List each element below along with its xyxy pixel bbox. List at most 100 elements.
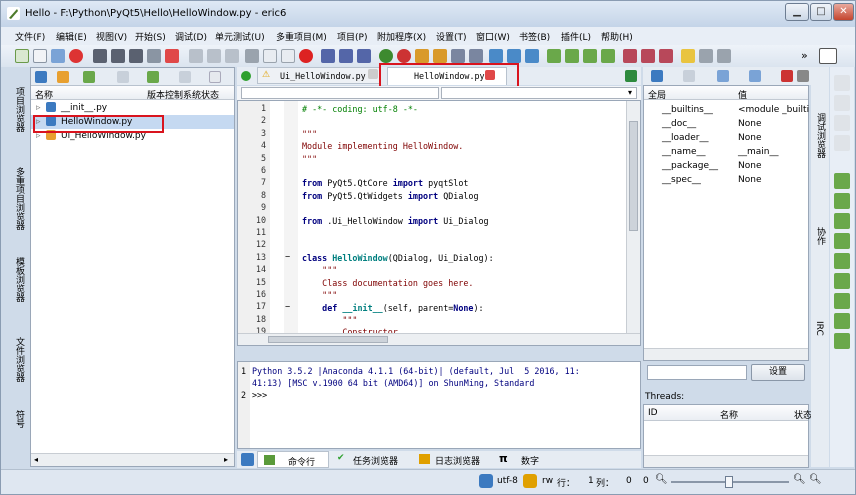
search-prev-icon[interactable] <box>717 49 731 63</box>
zoom-out-icon[interactable]: 🔍︎ <box>655 474 668 485</box>
tool-icon[interactable] <box>834 333 850 349</box>
copy-icon[interactable] <box>263 49 277 63</box>
project-sources-tab-icon[interactable] <box>35 71 47 83</box>
project-interfaces-tab-icon[interactable] <box>147 71 159 83</box>
debug-icon[interactable] <box>415 49 429 63</box>
bookmark-toggle-icon[interactable] <box>623 49 637 63</box>
tab-shell[interactable]: 命令行 <box>257 451 329 468</box>
open-icon[interactable] <box>51 49 65 63</box>
fold-toggle-icon[interactable]: − <box>285 301 290 311</box>
side-tab-debug-viewer[interactable]: 调试浏览器 <box>814 113 827 158</box>
dock-toggle-icon[interactable] <box>241 453 254 466</box>
tool-icon[interactable] <box>834 213 850 229</box>
variable-row[interactable]: __builtins__ <module _builti <box>644 103 809 117</box>
project-translations-tab-icon[interactable] <box>117 71 129 83</box>
zoom-reset-icon[interactable]: 🔍︎ <box>809 474 822 485</box>
editor-menu-icon[interactable] <box>625 70 637 82</box>
column-vcs-status[interactable]: 版本控制系统状态 <box>147 88 219 101</box>
tool-icon[interactable] <box>834 293 850 309</box>
step-over-icon[interactable] <box>507 49 521 63</box>
maximize-button[interactable]: □ <box>810 3 832 21</box>
callstack-tab-icon[interactable] <box>717 70 729 82</box>
project-forms-tab-icon[interactable] <box>57 71 69 83</box>
variable-row[interactable]: __name__ __main__ <box>644 145 808 159</box>
star-icon[interactable] <box>681 49 695 63</box>
print-icon[interactable] <box>165 49 179 63</box>
pencil-icon[interactable] <box>819 48 837 64</box>
close-project-icon[interactable] <box>583 49 597 63</box>
menu-window[interactable]: 窗口(W) <box>476 30 510 43</box>
tool-icon[interactable] <box>834 115 850 131</box>
expand-arrow-icon[interactable]: ▹ <box>36 103 41 113</box>
delete-icon[interactable] <box>299 49 313 63</box>
globals-tab-icon[interactable] <box>651 70 663 82</box>
project-more-tab-icon[interactable] <box>209 71 221 83</box>
variable-row[interactable]: __spec__ None <box>644 173 808 187</box>
save-as-icon[interactable] <box>111 49 125 63</box>
toolbar-overflow-button[interactable]: » <box>801 49 808 62</box>
globals-horizontal-scrollbar[interactable] <box>644 348 808 360</box>
exceptions-tab-icon[interactable] <box>781 70 793 82</box>
variable-row[interactable]: __package__ None <box>644 159 808 173</box>
project-others-tab-icon[interactable] <box>179 71 191 83</box>
column-name[interactable]: 名称 <box>35 88 53 101</box>
zoom-in-icon[interactable]: 🔍︎ <box>793 474 806 485</box>
close-button[interactable]: ✕ <box>833 3 854 21</box>
uncomment-icon[interactable] <box>339 49 353 63</box>
redo-icon[interactable] <box>207 49 221 63</box>
export-icon[interactable] <box>147 49 161 63</box>
code-editor[interactable]: 1 2 3 4 5 6 7 8 9 10 11 12 13 14 15 16 1… <box>237 100 641 346</box>
revert-icon[interactable] <box>225 49 239 63</box>
tab-scroll-icon[interactable] <box>797 70 809 82</box>
menu-unittest[interactable]: 单元测试(U) <box>215 30 265 43</box>
tab-ui-hellowindow[interactable]: ⚠ Ui_HelloWindow.py <box>257 67 381 84</box>
save-all-icon[interactable] <box>129 49 143 63</box>
title-bar[interactable]: Hello - F:\Python\PyQt5\Hello\HelloWindo… <box>1 1 855 27</box>
tree-row-init[interactable]: ▹ __init__.py <box>31 101 234 115</box>
tool-icon[interactable] <box>834 173 850 189</box>
locals-tab-icon[interactable] <box>683 70 695 82</box>
save-project-icon[interactable] <box>601 49 615 63</box>
new-file-icon[interactable] <box>15 49 29 63</box>
menu-extras[interactable]: 附加程序(X) <box>377 30 426 43</box>
indent-icon[interactable] <box>357 49 371 63</box>
search-next-icon[interactable] <box>699 49 713 63</box>
close-file-icon[interactable] <box>69 49 83 63</box>
step-out-icon[interactable] <box>525 49 539 63</box>
menu-debug[interactable]: 调试(D) <box>175 30 207 43</box>
zoom-slider[interactable] <box>671 476 789 488</box>
column-name[interactable]: 名称 <box>720 408 738 421</box>
profile-icon[interactable] <box>433 49 447 63</box>
new-window-icon[interactable] <box>33 49 47 63</box>
column-id[interactable]: ID <box>648 408 658 418</box>
menu-bookmarks[interactable]: 书签(B) <box>519 30 550 43</box>
menu-help[interactable]: 帮助(H) <box>601 30 633 43</box>
editor-horizontal-scrollbar[interactable] <box>238 333 640 345</box>
tool-icon[interactable] <box>834 75 850 91</box>
cut-icon[interactable] <box>245 49 259 63</box>
tab-log-viewer[interactable]: 日志浏览器 <box>415 451 491 468</box>
tool-icon[interactable] <box>834 233 850 249</box>
side-tab-multiproject-browser[interactable]: 多重项目浏览器 <box>13 167 26 230</box>
menu-edit[interactable]: 编辑(E) <box>56 30 87 43</box>
side-tab-irc[interactable]: IRC <box>814 321 824 336</box>
class-combobox[interactable] <box>241 87 439 99</box>
variable-row[interactable]: __doc__ None <box>644 117 808 131</box>
menu-project[interactable]: 项目(P) <box>337 30 367 43</box>
step-icon[interactable] <box>489 49 503 63</box>
tab-close-icon[interactable] <box>368 69 378 79</box>
scroll-left-icon[interactable]: ◂ <box>34 455 38 464</box>
run-icon[interactable] <box>379 49 393 63</box>
side-tab-cooperation[interactable]: 协作 <box>814 227 827 245</box>
tool-icon[interactable] <box>834 253 850 269</box>
bookmark-next-icon[interactable] <box>641 49 655 63</box>
zoom-slider-handle[interactable] <box>725 476 733 488</box>
variable-row[interactable]: __loader__ None <box>644 131 808 145</box>
side-tab-file-browser[interactable]: 文件浏览器 <box>13 337 26 382</box>
save-icon[interactable] <box>93 49 107 63</box>
fold-toggle-icon[interactable]: − <box>285 251 290 261</box>
threads-horizontal-scrollbar[interactable] <box>644 455 808 467</box>
tool-icon[interactable] <box>834 273 850 289</box>
paste-icon[interactable] <box>281 49 295 63</box>
comment-icon[interactable] <box>321 49 335 63</box>
